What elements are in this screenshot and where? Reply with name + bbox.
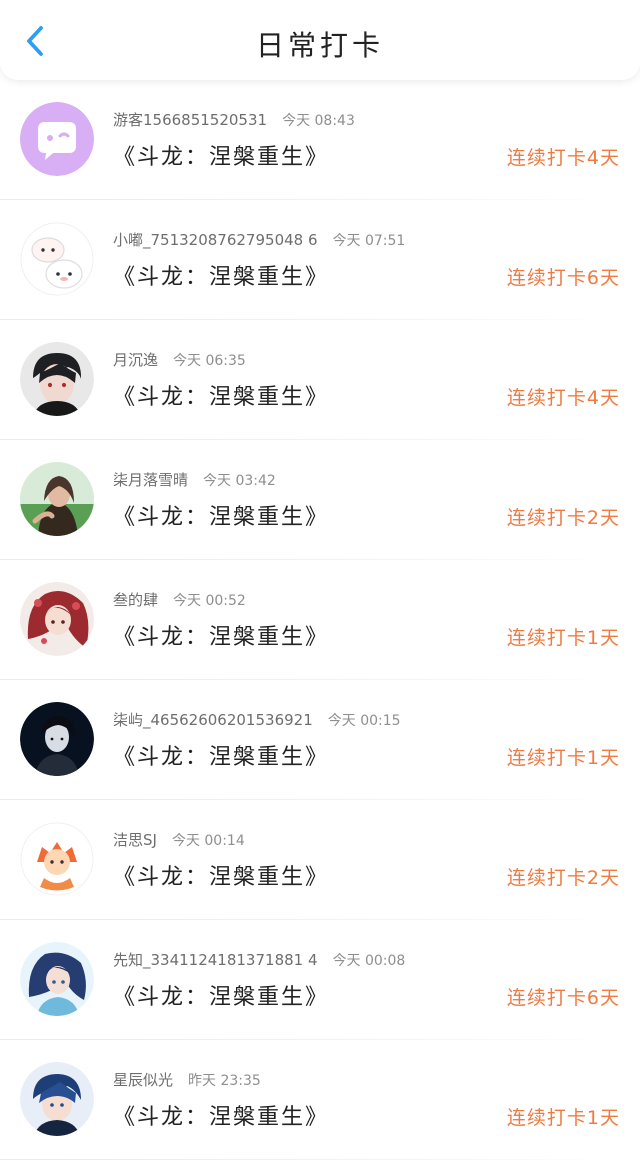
check-in-row[interactable]: 星辰似光 昨天 23:35 《斗龙：涅槃重生》 连续打卡1天 [0, 1040, 640, 1160]
timestamp: 今天 00:15 [327, 713, 401, 729]
timestamp: 今天 07:51 [332, 233, 406, 249]
username: 先知_3341124181371881 4 [113, 951, 318, 969]
book-title[interactable]: 《斗龙：涅槃重生》 [113, 979, 329, 1011]
blue-anime-avatar-icon [20, 942, 94, 1016]
username: 小嘟_7513208762795048 6 [113, 231, 318, 249]
streak-label: 连续打卡4天 [506, 147, 620, 169]
streak-label: 连续打卡2天 [506, 507, 620, 529]
book-title[interactable]: 《斗龙：涅槃重生》 [113, 379, 329, 411]
streak-label: 连续打卡6天 [506, 267, 620, 289]
blue-hair-boy-avatar-icon [20, 1062, 94, 1136]
timestamp: 今天 08:43 [282, 113, 355, 129]
anime-girl-avatar-icon [20, 582, 94, 656]
user-avatar[interactable] [20, 582, 94, 656]
entry-meta: 先知_3341124181371881 4 今天 00:08 [113, 949, 405, 972]
streak-label: 连续打卡2天 [506, 867, 620, 889]
check-in-list: 游客1566851520531 今天 08:43 《斗龙：涅槃重生》 连续打卡4天… [0, 80, 640, 1160]
timestamp: 今天 03:42 [203, 473, 276, 489]
user-avatar[interactable] [20, 822, 94, 896]
entry-meta: 叁的肆 今天 00:52 [113, 589, 246, 612]
book-title[interactable]: 《斗龙：涅槃重生》 [113, 619, 329, 651]
user-avatar[interactable] [20, 942, 94, 1016]
check-in-row[interactable]: 先知_3341124181371881 4 今天 00:08 《斗龙：涅槃重生》 … [0, 920, 640, 1040]
user-avatar[interactable] [20, 222, 94, 296]
cartoon-pets-avatar-icon [20, 222, 94, 296]
book-title[interactable]: 《斗龙：涅槃重生》 [113, 859, 329, 891]
orange-cartoon-avatar-icon [20, 822, 94, 896]
check-in-row[interactable]: 月沉逸 今天 06:35 《斗龙：涅槃重生》 连续打卡4天 [0, 320, 640, 440]
book-title[interactable]: 《斗龙：涅槃重生》 [113, 739, 329, 771]
username: 洁思SJ [113, 831, 157, 849]
entry-meta: 柒月落雪晴 今天 03:42 [113, 469, 276, 492]
outdoor-girl-avatar-icon [20, 462, 94, 536]
check-in-row[interactable]: 游客1566851520531 今天 08:43 《斗龙：涅槃重生》 连续打卡4天 [0, 80, 640, 200]
entry-meta: 游客1566851520531 今天 08:43 [113, 109, 355, 132]
top-navigation-bar: 日常打卡 [0, 0, 640, 80]
entry-meta: 洁思SJ 今天 00:14 [113, 829, 245, 852]
check-in-row[interactable]: 小嘟_7513208762795048 6 今天 07:51 《斗龙：涅槃重生》 … [0, 200, 640, 320]
user-avatar[interactable] [20, 702, 94, 776]
page-title: 日常打卡 [255, 29, 384, 62]
entry-meta: 月沉逸 今天 06:35 [113, 349, 246, 372]
streak-label: 连续打卡1天 [506, 627, 620, 649]
user-avatar[interactable] [20, 462, 94, 536]
entry-meta: 星辰似光 昨天 23:35 [113, 1069, 261, 1092]
timestamp: 今天 00:52 [173, 593, 246, 609]
book-title[interactable]: 《斗龙：涅槃重生》 [113, 139, 329, 171]
entry-meta: 柒屿_46562606201536921 今天 00:15 [113, 709, 401, 732]
timestamp: 今天 06:35 [173, 353, 246, 369]
check-in-row[interactable]: 叁的肆 今天 00:52 《斗龙：涅槃重生》 连续打卡1天 [0, 560, 640, 680]
streak-label: 连续打卡6天 [506, 987, 620, 1009]
entry-meta: 小嘟_7513208762795048 6 今天 07:51 [113, 229, 405, 252]
streak-label: 连续打卡1天 [506, 747, 620, 769]
check-in-row[interactable]: 洁思SJ 今天 00:14 《斗龙：涅槃重生》 连续打卡2天 [0, 800, 640, 920]
check-in-row[interactable]: 柒屿_46562606201536921 今天 00:15 《斗龙：涅槃重生》 连… [0, 680, 640, 800]
chat-bubble-avatar-icon [20, 102, 94, 176]
username: 星辰似光 [113, 1071, 174, 1089]
streak-label: 连续打卡4天 [506, 387, 620, 409]
book-title[interactable]: 《斗龙：涅槃重生》 [113, 1099, 329, 1131]
timestamp: 今天 00:08 [332, 953, 406, 969]
user-avatar[interactable] [20, 1062, 94, 1136]
user-avatar[interactable] [20, 102, 94, 176]
check-in-row[interactable]: 柒月落雪晴 今天 03:42 《斗龙：涅槃重生》 连续打卡2天 [0, 440, 640, 560]
book-title[interactable]: 《斗龙：涅槃重生》 [113, 259, 329, 291]
timestamp: 昨天 23:35 [188, 1073, 261, 1089]
username: 柒月落雪晴 [113, 471, 189, 489]
timestamp: 今天 00:14 [171, 833, 245, 849]
streak-label: 连续打卡1天 [506, 1107, 620, 1129]
user-avatar[interactable] [20, 342, 94, 416]
dark-hair-boy-avatar-icon [20, 342, 94, 416]
username: 月沉逸 [113, 351, 159, 369]
username: 叁的肆 [113, 591, 159, 609]
username: 柒屿_46562606201536921 [113, 711, 313, 729]
book-title[interactable]: 《斗龙：涅槃重生》 [113, 499, 329, 531]
dark-portrait-avatar-icon [20, 702, 94, 776]
username: 游客1566851520531 [113, 111, 268, 129]
